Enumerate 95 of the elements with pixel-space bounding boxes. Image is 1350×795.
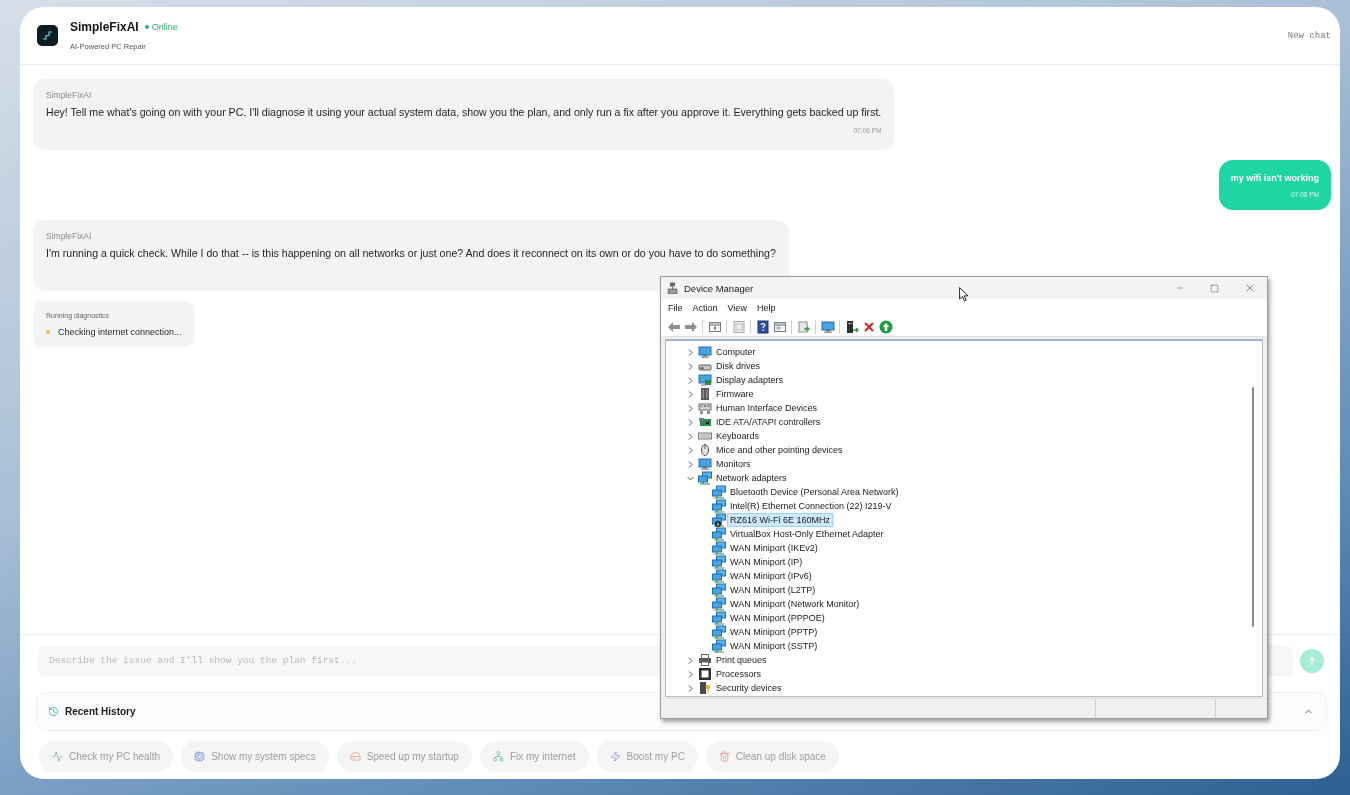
chevron-right-icon[interactable]	[686, 404, 694, 412]
chevron-right-icon[interactable]	[686, 460, 694, 468]
tree-item[interactable]: Network adapters	[713, 471, 790, 485]
network-computers-icon	[712, 569, 726, 583]
chevron-right-icon[interactable]	[686, 418, 694, 426]
sender-name: SimpleFixAI	[46, 90, 93, 100]
network-computers-icon	[712, 597, 726, 611]
status-text: Online	[151, 22, 178, 32]
chevron-down-icon[interactable]	[686, 474, 694, 482]
tree-item[interactable]: IDE ATA/ATAPI controllers	[713, 415, 824, 429]
panel-icon[interactable]	[731, 319, 746, 334]
arrow-up-icon	[1306, 654, 1318, 667]
display-adapter-icon	[698, 373, 712, 387]
network-computers-icon	[712, 485, 726, 499]
security-device-icon	[698, 681, 712, 695]
network-icon	[492, 751, 504, 762]
scan-icon[interactable]	[796, 319, 811, 334]
network-computers-icon	[712, 611, 726, 625]
firmware-chip-icon	[698, 387, 712, 401]
forward-arrow-icon[interactable]	[683, 319, 698, 334]
monitor-icon[interactable]	[820, 319, 835, 334]
chevron-right-icon[interactable]	[686, 670, 694, 678]
computer-icon	[698, 345, 712, 359]
tree-item[interactable]: Computer	[713, 345, 759, 359]
tree-item[interactable]: Monitors	[713, 457, 754, 471]
keyboard-icon	[698, 429, 712, 443]
network-computers-icon	[712, 625, 726, 639]
sender-name: SimpleFixAI	[46, 231, 93, 241]
chevron-right-icon[interactable]	[686, 684, 694, 692]
tree-item[interactable]: Bluetooth Device (Personal Area Network)	[727, 485, 902, 499]
tree-item[interactable]: Intel(R) Ethernet Connection (22) I219-V	[727, 499, 895, 513]
tree-item[interactable]: Processors	[713, 667, 764, 681]
tree-item[interactable]: VirtualBox Host-Only Ethernet Adapter	[727, 527, 887, 541]
network-computers-icon	[712, 555, 726, 569]
maximize-icon	[1210, 283, 1219, 293]
tree-item[interactable]: Disk drives	[713, 359, 763, 373]
network-computers-icon	[698, 471, 712, 485]
progress-dot-icon	[46, 330, 50, 334]
status-dot-icon	[144, 25, 149, 29]
tree-item[interactable]: WAN Miniport (IP)	[727, 555, 806, 569]
driver-update-icon[interactable]	[844, 319, 859, 334]
chevron-right-icon[interactable]	[686, 656, 694, 664]
tree-item[interactable]: Keyboards	[713, 429, 763, 443]
network-computers-icon	[712, 639, 726, 653]
tree-item[interactable]: Mice and other pointing devices	[713, 443, 846, 457]
chip-icon	[194, 751, 206, 762]
printer-icon	[698, 653, 712, 667]
pulse-icon	[52, 751, 63, 762]
tree-item[interactable]: Print queues	[713, 653, 770, 667]
chevron-right-icon[interactable]	[686, 362, 694, 370]
tree-item[interactable]: WAN Miniport (IKEv2)	[727, 541, 821, 555]
network-computers-icon	[712, 541, 726, 555]
tree-item[interactable]: Human Interface Devices	[713, 401, 821, 415]
new-chat-button[interactable]: New chat	[1287, 28, 1331, 43]
message-text: Hey! Tell me what's going on with your PC. I'll diagnose it using your actual system data, show you the plan, and only run a fix after you approve it. Everything gets backed up first.	[46, 105, 882, 119]
send-button[interactable]	[1300, 648, 1324, 673]
diagnostics-step: Checking internet connection...	[58, 327, 182, 337]
scrollbar-thumb[interactable]	[1252, 387, 1254, 627]
device-manager-icon	[667, 282, 678, 294]
menu-item[interactable]: File	[663, 302, 688, 314]
menu-item[interactable]: View	[722, 302, 752, 314]
menu-item[interactable]: Help	[751, 302, 781, 314]
hard-drive-icon	[349, 751, 361, 762]
window-title: Device Manager	[684, 282, 754, 294]
help-icon[interactable]	[755, 319, 770, 334]
app-title: SimpleFixAI	[70, 20, 139, 34]
message-text: I'm running a quick check. While I do that -- is this happening on all networks or just one? And does it reconnect on its own or do you have to do something?	[46, 246, 776, 260]
monitor-icon	[698, 457, 712, 471]
tree-item[interactable]: WAN Miniport (IPv6)	[727, 569, 815, 583]
tree-item[interactable]: Security devices	[713, 681, 785, 695]
network-computers-icon	[712, 527, 726, 541]
chevron-right-icon[interactable]	[686, 390, 694, 398]
tree-item[interactable]: WAN Miniport (PPTP)	[727, 625, 821, 639]
input-device-icon	[698, 401, 712, 415]
chevron-right-icon[interactable]	[686, 376, 694, 384]
logo-icon	[37, 25, 58, 46]
tree-item[interactable]: Display adapters	[713, 373, 787, 387]
chevron-right-icon[interactable]	[686, 446, 694, 454]
history-icon	[48, 706, 59, 717]
chevron-right-icon[interactable]	[686, 432, 694, 440]
circuit-board-icon	[698, 415, 712, 429]
lightning-icon	[609, 751, 621, 762]
menu-item[interactable]: Action	[687, 302, 723, 314]
mouse-icon	[698, 443, 712, 457]
network-computers-icon	[712, 583, 726, 597]
tree-item[interactable]: WAN Miniport (Network Monitor)	[727, 597, 863, 611]
delete-icon[interactable]	[861, 319, 876, 334]
tree-item[interactable]: WAN Miniport (L2TP)	[727, 583, 819, 597]
tree-item[interactable]: WAN Miniport (PPPOE)	[727, 611, 828, 625]
tree-item[interactable]: WAN Miniport (SSTP)	[727, 639, 821, 653]
chevron-right-icon[interactable]	[686, 348, 694, 356]
tree-item[interactable]: Firmware	[713, 387, 757, 401]
network-computers-icon	[712, 499, 726, 513]
message-text: my wifi isn't working	[1230, 173, 1319, 183]
trash-icon	[718, 751, 730, 762]
